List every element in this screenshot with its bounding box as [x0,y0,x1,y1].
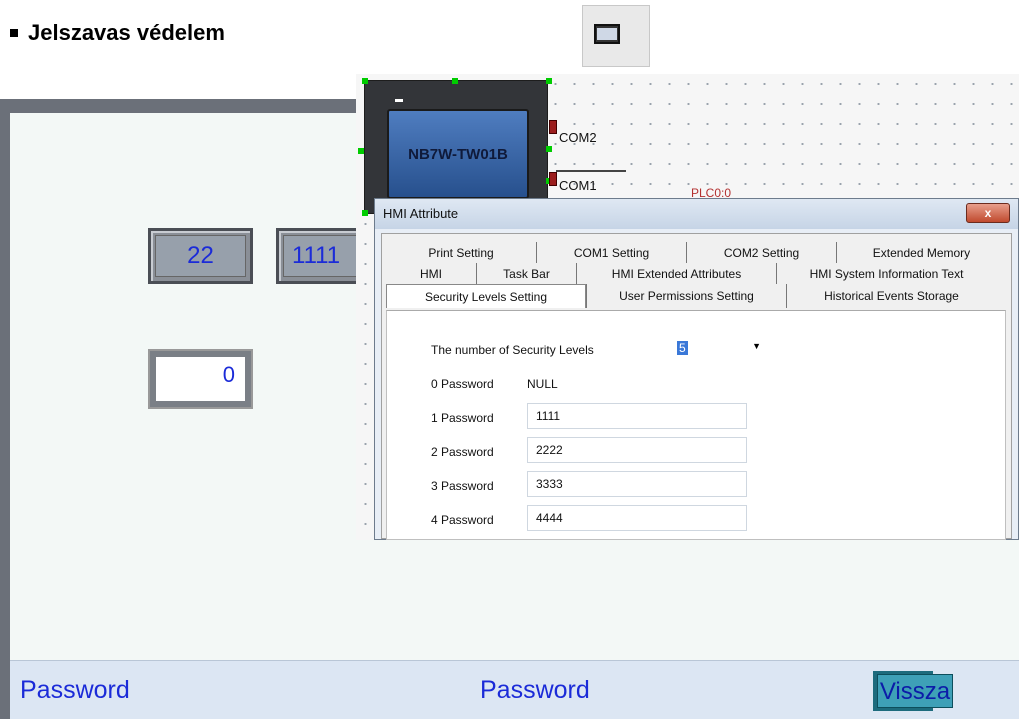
back-button-label: Vissza [877,674,953,708]
status-center-text: Password [480,676,590,704]
password-input[interactable]: 1111 [527,403,747,429]
password-label: 0 Password [431,377,494,391]
hmi-attribute-dialog: HMI Attribute x Print Setting COM1 Setti… [374,198,1019,540]
dialog-body: Print Setting COM1 Setting COM2 Setting … [381,233,1012,540]
password-label: 2 Password [431,445,494,459]
security-levels-panel: The number of Security Levels 5 ▼ 0 Pass… [386,310,1006,540]
tab-historical-events-storage[interactable]: Historical Events Storage [786,284,996,308]
tab-task-bar[interactable]: Task Bar [476,263,576,284]
back-button[interactable]: Vissza [873,671,953,711]
selection-handle[interactable] [546,146,552,152]
password-input[interactable]: 4444 [527,505,747,531]
password-label: 3 Password [431,479,494,493]
close-button[interactable]: x [966,203,1010,223]
film-strip-icon[interactable] [582,5,650,67]
com2-port-label: COM2 [559,130,597,145]
tab-user-permissions-setting[interactable]: User Permissions Setting [586,284,786,308]
com1-port-label: COM1 [559,178,597,193]
bullet-marker [10,29,18,37]
password-value-readonly: NULL [527,377,558,391]
hmi-device[interactable]: NB7W-TW01B [364,80,548,214]
security-levels-select[interactable]: 5 ▼ [677,341,767,359]
numeric-display-value: 0 [156,357,245,401]
editor-canvas: NB7W-TW01B COM2 COM1 PLC0:0 HMI Attribut… [356,74,1019,540]
tab-com1-setting[interactable]: COM1 Setting [536,242,686,263]
com2-port-icon[interactable] [549,120,557,134]
com1-port-icon[interactable] [549,172,557,186]
slide-bullet-text: Jelszavas védelem [28,20,225,45]
dialog-title: HMI Attribute [375,199,1018,229]
tab-extended-memory[interactable]: Extended Memory [836,242,1006,263]
password-input[interactable]: 3333 [527,471,747,497]
selection-handle[interactable] [546,78,552,84]
numeric-display[interactable]: 0 [148,349,253,409]
slide-bullet: Jelszavas védelem [10,20,225,46]
selection-handle[interactable] [358,148,364,154]
tab-com2-setting[interactable]: COM2 Setting [686,242,836,263]
selection-handle[interactable] [362,78,368,84]
password-label: 1 Password [431,411,494,425]
status-left-text: Password [20,676,130,704]
device-panel: NB7W-TW01B [387,109,529,199]
tab-hmi[interactable]: HMI [386,263,476,284]
password-label: 4 Password [431,513,494,527]
tab-hmi-extended-attributes[interactable]: HMI Extended Attributes [576,263,776,284]
tab-row-1: Print Setting COM1 Setting COM2 Setting … [386,242,1006,263]
dropdown-arrow-icon: ▼ [752,341,761,351]
film-icon [594,24,620,44]
security-levels-value: 5 [677,341,688,355]
tab-print-setting[interactable]: Print Setting [386,242,536,263]
numeric-button-label: 22 [155,235,246,277]
tab-hmi-system-information-text[interactable]: HMI System Information Text [776,263,996,284]
tab-security-levels-setting[interactable]: Security Levels Setting [386,284,586,308]
device-indicator [395,99,403,102]
numeric-button-22[interactable]: 22 [148,228,253,284]
tab-row-3: Security Levels Setting User Permissions… [386,284,996,308]
selection-handle[interactable] [362,210,368,216]
security-levels-label: The number of Security Levels [431,343,594,357]
selection-handle[interactable] [452,78,458,84]
connection-wire [556,170,626,172]
password-input[interactable]: 2222 [527,437,747,463]
tab-row-2: HMI Task Bar HMI Extended Attributes HMI… [386,263,996,284]
